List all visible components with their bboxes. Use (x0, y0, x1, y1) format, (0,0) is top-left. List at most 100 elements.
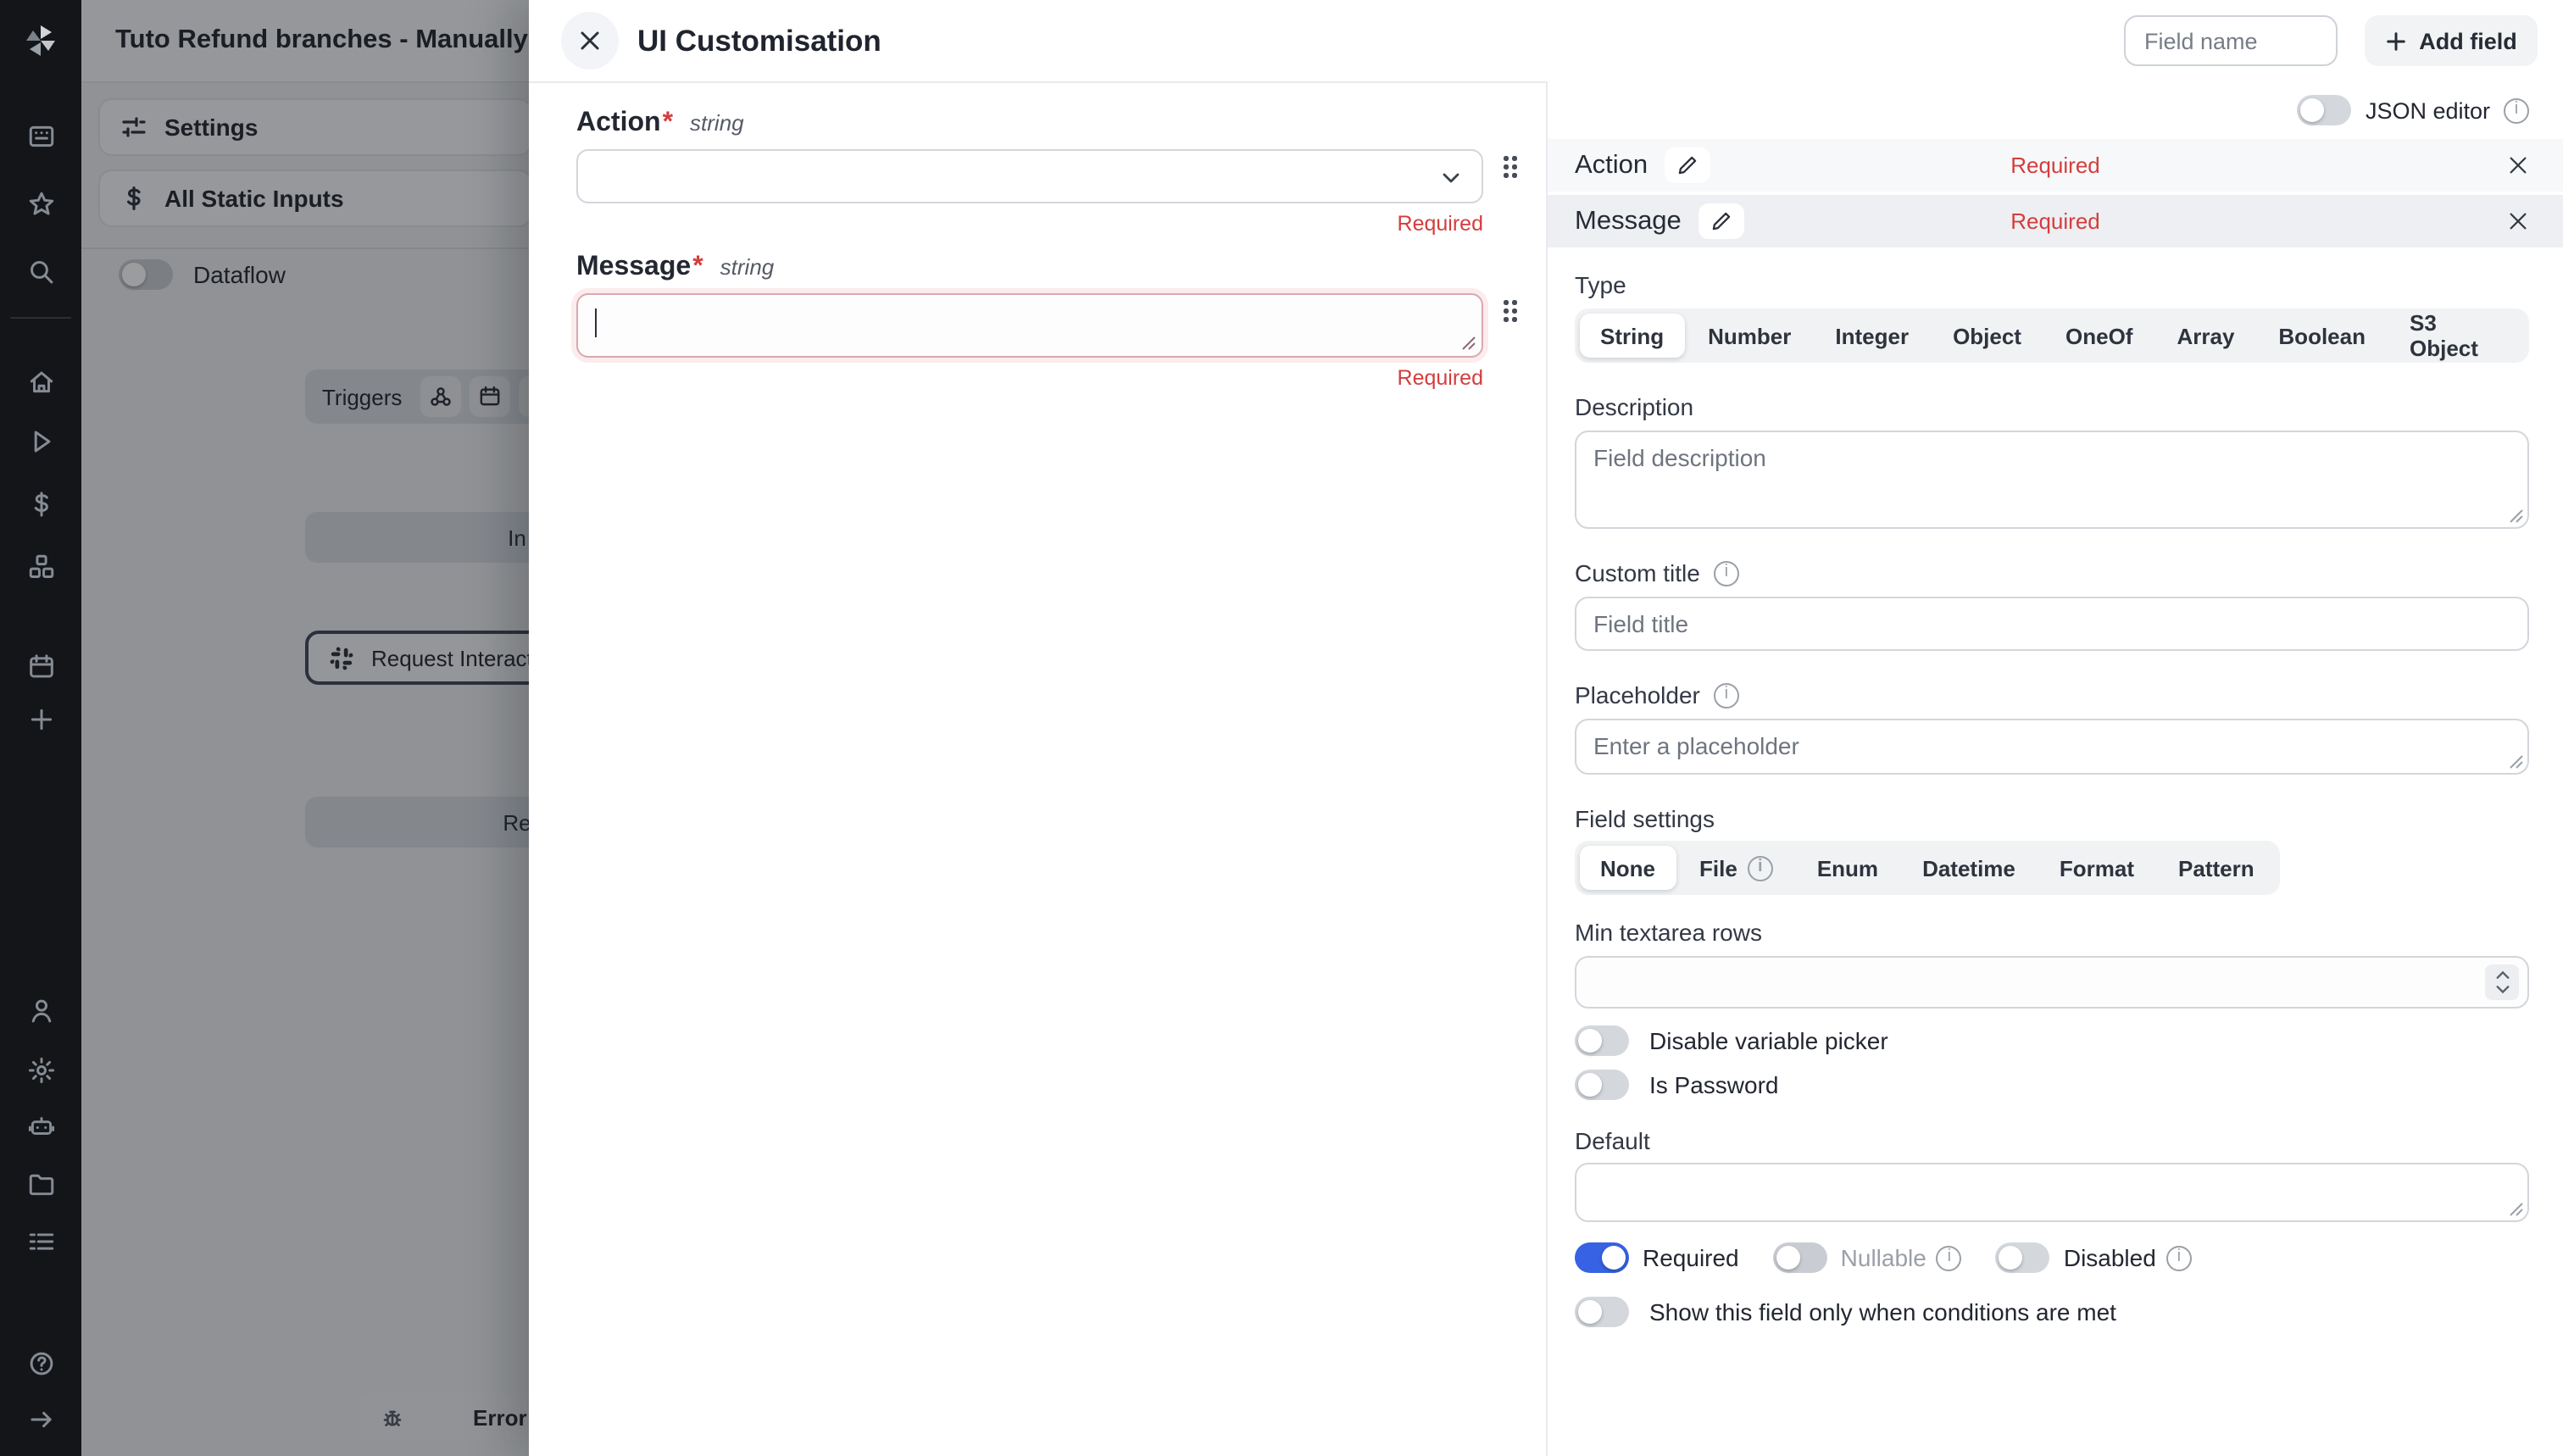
disabled-toggle[interactable] (1996, 1242, 2050, 1273)
type-option-object[interactable]: Object (1932, 314, 2042, 358)
drag-handle-icon[interactable] (1504, 156, 1516, 177)
message-label: Message (576, 253, 691, 283)
remove-field-icon[interactable] (2507, 154, 2529, 176)
custom-title-label: Custom title i (1575, 559, 2529, 586)
message-required-hint: Required (576, 366, 1483, 390)
action-select[interactable] (576, 149, 1483, 203)
type-option-s3object[interactable]: S3 Object (2389, 314, 2524, 358)
modal-header: UI Customisation Add field (529, 0, 2563, 83)
default-textarea[interactable] (1575, 1163, 2529, 1222)
field-settings-form: Type String Number Integer Object OneOf … (1548, 251, 2563, 1327)
edit-pencil-icon[interactable] (1665, 147, 1710, 183)
inspector-row-action[interactable]: Action Required (1548, 139, 2563, 192)
type-option-boolean[interactable]: Boolean (2258, 314, 2386, 358)
type-option-string[interactable]: String (1580, 314, 1684, 358)
setting-option-pattern[interactable]: Pattern (2158, 846, 2275, 890)
search-icon[interactable] (0, 247, 81, 295)
star-icon[interactable] (0, 180, 81, 227)
disable-variable-picker-row: Disable variable picker (1575, 1025, 2529, 1056)
field-name-input[interactable] (2124, 15, 2338, 66)
setting-option-file[interactable]: Filei (1679, 846, 1793, 890)
setting-option-enum[interactable]: Enum (1797, 846, 1899, 890)
placeholder-textarea[interactable] (1575, 719, 2529, 775)
modal-title: UI Customisation (637, 0, 881, 81)
type-label: Type (1575, 271, 2529, 298)
collapse-arrow-icon[interactable] (0, 1395, 81, 1442)
min-textarea-rows-label: Min textarea rows (1575, 919, 2529, 946)
placeholder-text: Placeholder (1575, 681, 1700, 709)
executions-play-icon[interactable] (0, 417, 81, 464)
is-password-label: Is Password (1649, 1071, 1779, 1098)
message-type-hint: string (720, 254, 775, 280)
help-icon[interactable] (0, 1339, 81, 1387)
home-icon[interactable] (0, 358, 81, 405)
message-textarea[interactable] (576, 293, 1483, 358)
user-icon[interactable] (0, 986, 81, 1034)
close-icon[interactable] (561, 12, 619, 69)
required-asterisk: * (663, 108, 673, 139)
required-label: Required (1643, 1244, 1739, 1271)
chevron-down-icon (1439, 166, 1463, 190)
setting-option-datetime[interactable]: Datetime (1902, 846, 2036, 890)
settings-gear-icon[interactable] (0, 1046, 81, 1093)
min-textarea-rows-input[interactable] (1575, 956, 2529, 1009)
form-preview-column: Action* string Required Message * string (529, 81, 1546, 1456)
setting-option-format[interactable]: Format (2039, 846, 2154, 890)
add-plus-icon[interactable] (0, 695, 81, 742)
folder-icon[interactable] (0, 1159, 81, 1207)
row-name: Message (1575, 206, 1682, 236)
resize-grip-icon[interactable] (2509, 754, 2524, 770)
field-settings-label: Field settings (1575, 805, 2529, 832)
info-icon[interactable]: i (1937, 1245, 1962, 1270)
list-icon[interactable] (0, 1217, 81, 1264)
row-status-badge: Required (2010, 153, 2100, 178)
resize-grip-icon[interactable] (2509, 1202, 2524, 1217)
kestra-logo[interactable] (0, 17, 81, 64)
info-icon[interactable]: i (2504, 97, 2529, 123)
json-editor-row: JSON editor i (1548, 81, 2563, 139)
info-icon[interactable]: i (1748, 855, 1773, 881)
info-icon[interactable]: i (1714, 560, 1739, 586)
json-editor-toggle[interactable] (2298, 95, 2352, 125)
type-segmented-control: String Number Integer Object OneOf Array… (1575, 308, 2529, 363)
nullable-toggle[interactable] (1773, 1242, 1827, 1273)
disable-variable-picker-toggle[interactable] (1575, 1025, 1629, 1056)
blueprints-blocks-icon[interactable] (0, 542, 81, 590)
info-icon[interactable]: i (1714, 682, 1739, 708)
conditions-row: Show this field only when conditions are… (1575, 1297, 2529, 1327)
required-toggle[interactable] (1575, 1242, 1629, 1273)
field-inspector-panel: JSON editor i Action Required Message Re… (1546, 81, 2563, 1456)
type-option-number[interactable]: Number (1687, 314, 1811, 358)
type-option-integer[interactable]: Integer (1815, 314, 1929, 358)
action-required-hint: Required (576, 212, 1483, 236)
type-option-array[interactable]: Array (2156, 314, 2254, 358)
text-cursor (595, 308, 598, 337)
add-field-button[interactable]: Add field (2365, 15, 2538, 66)
edit-pencil-icon[interactable] (1698, 203, 1744, 239)
setting-option-none[interactable]: None (1580, 846, 1676, 890)
resize-grip-icon[interactable] (2509, 508, 2524, 524)
conditions-label: Show this field only when conditions are… (1649, 1298, 2116, 1325)
description-label: Description (1575, 393, 2529, 420)
sidebar-divider (10, 317, 71, 319)
apps-icon[interactable] (0, 112, 81, 159)
action-type-hint: string (690, 110, 744, 136)
schedule-calendar-icon[interactable] (0, 642, 81, 690)
action-label: Action (576, 108, 661, 139)
description-textarea[interactable] (1575, 431, 2529, 529)
ai-robot-icon[interactable] (0, 1102, 81, 1149)
custom-title-input[interactable] (1575, 597, 2529, 651)
is-password-toggle[interactable] (1575, 1070, 1629, 1100)
info-icon[interactable]: i (2166, 1245, 2192, 1270)
number-stepper[interactable] (2485, 964, 2519, 1000)
inputs-dollar-icon[interactable] (0, 480, 81, 527)
type-option-oneof[interactable]: OneOf (2045, 314, 2153, 358)
field-label-action: Action* string (576, 108, 1546, 139)
custom-title-text: Custom title (1575, 559, 1700, 586)
inspector-row-message[interactable]: Message Required (1548, 195, 2563, 247)
drag-handle-icon[interactable] (1504, 300, 1516, 321)
resize-grip-icon[interactable] (1461, 336, 1476, 351)
remove-field-icon[interactable] (2507, 210, 2529, 232)
default-label: Default (1575, 1127, 2529, 1154)
conditions-toggle[interactable] (1575, 1297, 1629, 1327)
